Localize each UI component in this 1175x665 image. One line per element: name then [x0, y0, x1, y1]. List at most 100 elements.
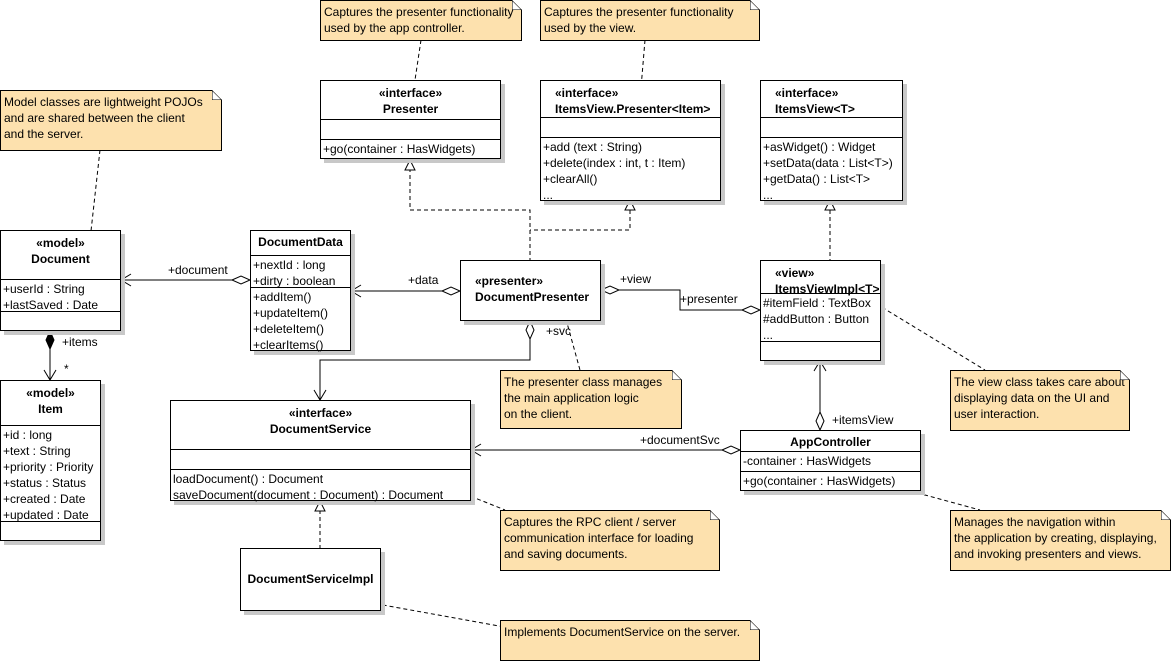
attributes-compartment [541, 117, 720, 137]
note-line: The view class takes care about [954, 375, 1125, 389]
operations-compartment [1, 521, 100, 540]
attribute: +nextId : long [253, 258, 326, 272]
operation: +addItem() [253, 290, 312, 304]
class-header: AppController [741, 431, 920, 451]
class-header: «interface» DocumentService [171, 401, 470, 449]
note-line: used by the view. [544, 21, 637, 35]
aggregation-diamond-icon [599, 285, 621, 295]
attributes-compartment: +userId : String +lastSaved : Date [1, 279, 120, 312]
operation: +go(container : HasWidgets) [743, 474, 896, 488]
realization-presenter [409, 168, 531, 260]
operations-compartment: +addItem() +updateItem() +deleteItem() +cle… [251, 287, 350, 352]
note-line: the main application logic [504, 391, 639, 405]
label-items-view: +itemsView [832, 413, 894, 427]
class-items-view-presenter[interactable]: «interface» ItemsView.Presenter<Item> +add… [540, 80, 721, 202]
operations-compartment [761, 341, 880, 360]
class-name: Item [38, 402, 63, 416]
attribute: +created : Date [3, 492, 86, 506]
note-line: on the client. [504, 407, 573, 421]
attributes-compartment: +nextId : long +dirty : boolean [251, 255, 350, 288]
attribute: +text : String [3, 444, 71, 458]
class-name: AppController [790, 435, 871, 449]
operation: +updateItem() [253, 306, 329, 320]
operation: saveDocument(document : Document) : Docu… [173, 488, 444, 502]
note-view-class: The view class takes care about displayin… [950, 370, 1130, 431]
class-document-data[interactable]: DocumentData +nextId : long +dirty : boole… [250, 230, 351, 352]
attribute: +priority : Priority [3, 460, 94, 474]
class-items-view-impl[interactable]: «view» ItemsViewImpl<T> #itemField : TextB… [760, 260, 881, 361]
stereotype: «view» [775, 266, 815, 280]
note-line: The presenter class manages [504, 375, 663, 389]
note-line: the application by creating, displaying, [954, 531, 1157, 545]
aggregation-diamond-icon [230, 275, 252, 285]
attributes-compartment: -container : HasWidgets [741, 451, 920, 471]
stereotype: «model» [36, 236, 85, 250]
note-line: Model classes are lightweight POJOs [4, 95, 203, 109]
note-presenter-if: Captures the presenter functionality used… [320, 0, 522, 41]
note-line: and invoking presenters and views. [954, 547, 1142, 561]
class-document[interactable]: «model» Document +userId : String +lastSave… [0, 230, 121, 331]
composition-diamond-icon [45, 329, 55, 351]
class-document-service[interactable]: «interface» DocumentService loadDocument()… [170, 400, 471, 502]
note-presenter-class: The presenter class manages the main appl… [500, 370, 682, 429]
label-items: +items [62, 335, 98, 349]
attribute: +status : Status [3, 476, 87, 490]
class-document-service-impl[interactable]: DocumentServiceImpl [240, 548, 381, 611]
class-header: «presenter» DocumentPresenter [461, 261, 600, 322]
operation: +setData(data : List<T>) [763, 156, 893, 170]
attributes-compartment [321, 119, 500, 139]
class-header: «model» Document [1, 231, 120, 279]
label-view: +view [620, 272, 652, 286]
operation: +deleteItem() [253, 322, 325, 336]
note-line: Captures the presenter functionality [324, 5, 514, 19]
class-items-view[interactable]: «interface» ItemsView<T> +asWidget() : Wid… [760, 80, 903, 202]
aggregation-diamond-icon [440, 286, 462, 296]
attributes-compartment: #itemField : TextBox #addButton : Button.… [761, 293, 880, 342]
note-line: Captures the RPC client / server [504, 515, 677, 529]
operation: +getData() : List<T> [763, 172, 871, 186]
label-data: +data [408, 273, 439, 287]
operations-compartment [1, 311, 120, 330]
note-line: displaying data on the UI and [954, 391, 1110, 405]
aggregation-diamond-icon [815, 410, 825, 432]
stereotype: «model» [26, 386, 75, 400]
attributes-compartment [171, 449, 470, 469]
stereotype: «interface» [288, 406, 353, 420]
attributes-compartment [761, 117, 902, 137]
operation: ... [543, 188, 554, 202]
class-presenter[interactable]: «interface» Presenter +go(container : HasW… [320, 80, 501, 159]
class-name: Presenter [382, 102, 439, 116]
class-header: «interface» ItemsView<T> [761, 81, 902, 117]
note-line: Captures the presenter functionality [544, 5, 734, 19]
class-name: DocumentServiceImpl [247, 572, 374, 586]
operations-compartment: +add (text : String) +delete(index : int,… [541, 137, 720, 202]
note-line: Manages the navigation within [954, 515, 1116, 529]
note-line: and are shared between the client [4, 111, 185, 125]
class-app-controller[interactable]: AppController -container : HasWidgets +go(… [740, 430, 921, 491]
class-name: ItemsView.Presenter<Item> [555, 102, 711, 116]
attribute: +userId : String [3, 282, 85, 296]
class-name: Document [31, 252, 90, 266]
class-header: DocumentData [251, 231, 350, 255]
note-line: used by the app controller. [324, 21, 465, 35]
class-header: DocumentServiceImpl [241, 549, 380, 612]
aggregation-diamond-icon [720, 445, 742, 455]
note-service-impl: Implements DocumentService on the server… [500, 620, 760, 661]
class-header: «interface» Presenter [321, 81, 500, 119]
class-header: «model» Item [1, 381, 100, 425]
stereotype: «interface» [378, 86, 443, 100]
attribute: #addButton : Button [763, 312, 870, 326]
note-line: user interaction. [954, 407, 1040, 421]
operation: +asWidget() : Widget [763, 140, 876, 154]
stereotype: «interface» [555, 86, 619, 100]
class-name: DocumentData [258, 235, 343, 249]
class-item[interactable]: «model» Item +id : long +text : String +prio… [0, 380, 101, 541]
operation: +add (text : String) [543, 140, 643, 154]
note-line: Implements DocumentService on the server… [504, 625, 741, 639]
attribute: +updated : Date [3, 508, 89, 522]
class-document-presenter[interactable]: «presenter» DocumentPresenter [460, 260, 601, 321]
note-model: Model classes are lightweight POJOs and a… [0, 90, 222, 151]
class-name: DocumentPresenter [475, 290, 590, 304]
note-view-presenter-if: Captures the presenter functionality used… [540, 0, 760, 41]
attribute: +dirty : boolean [253, 274, 336, 288]
